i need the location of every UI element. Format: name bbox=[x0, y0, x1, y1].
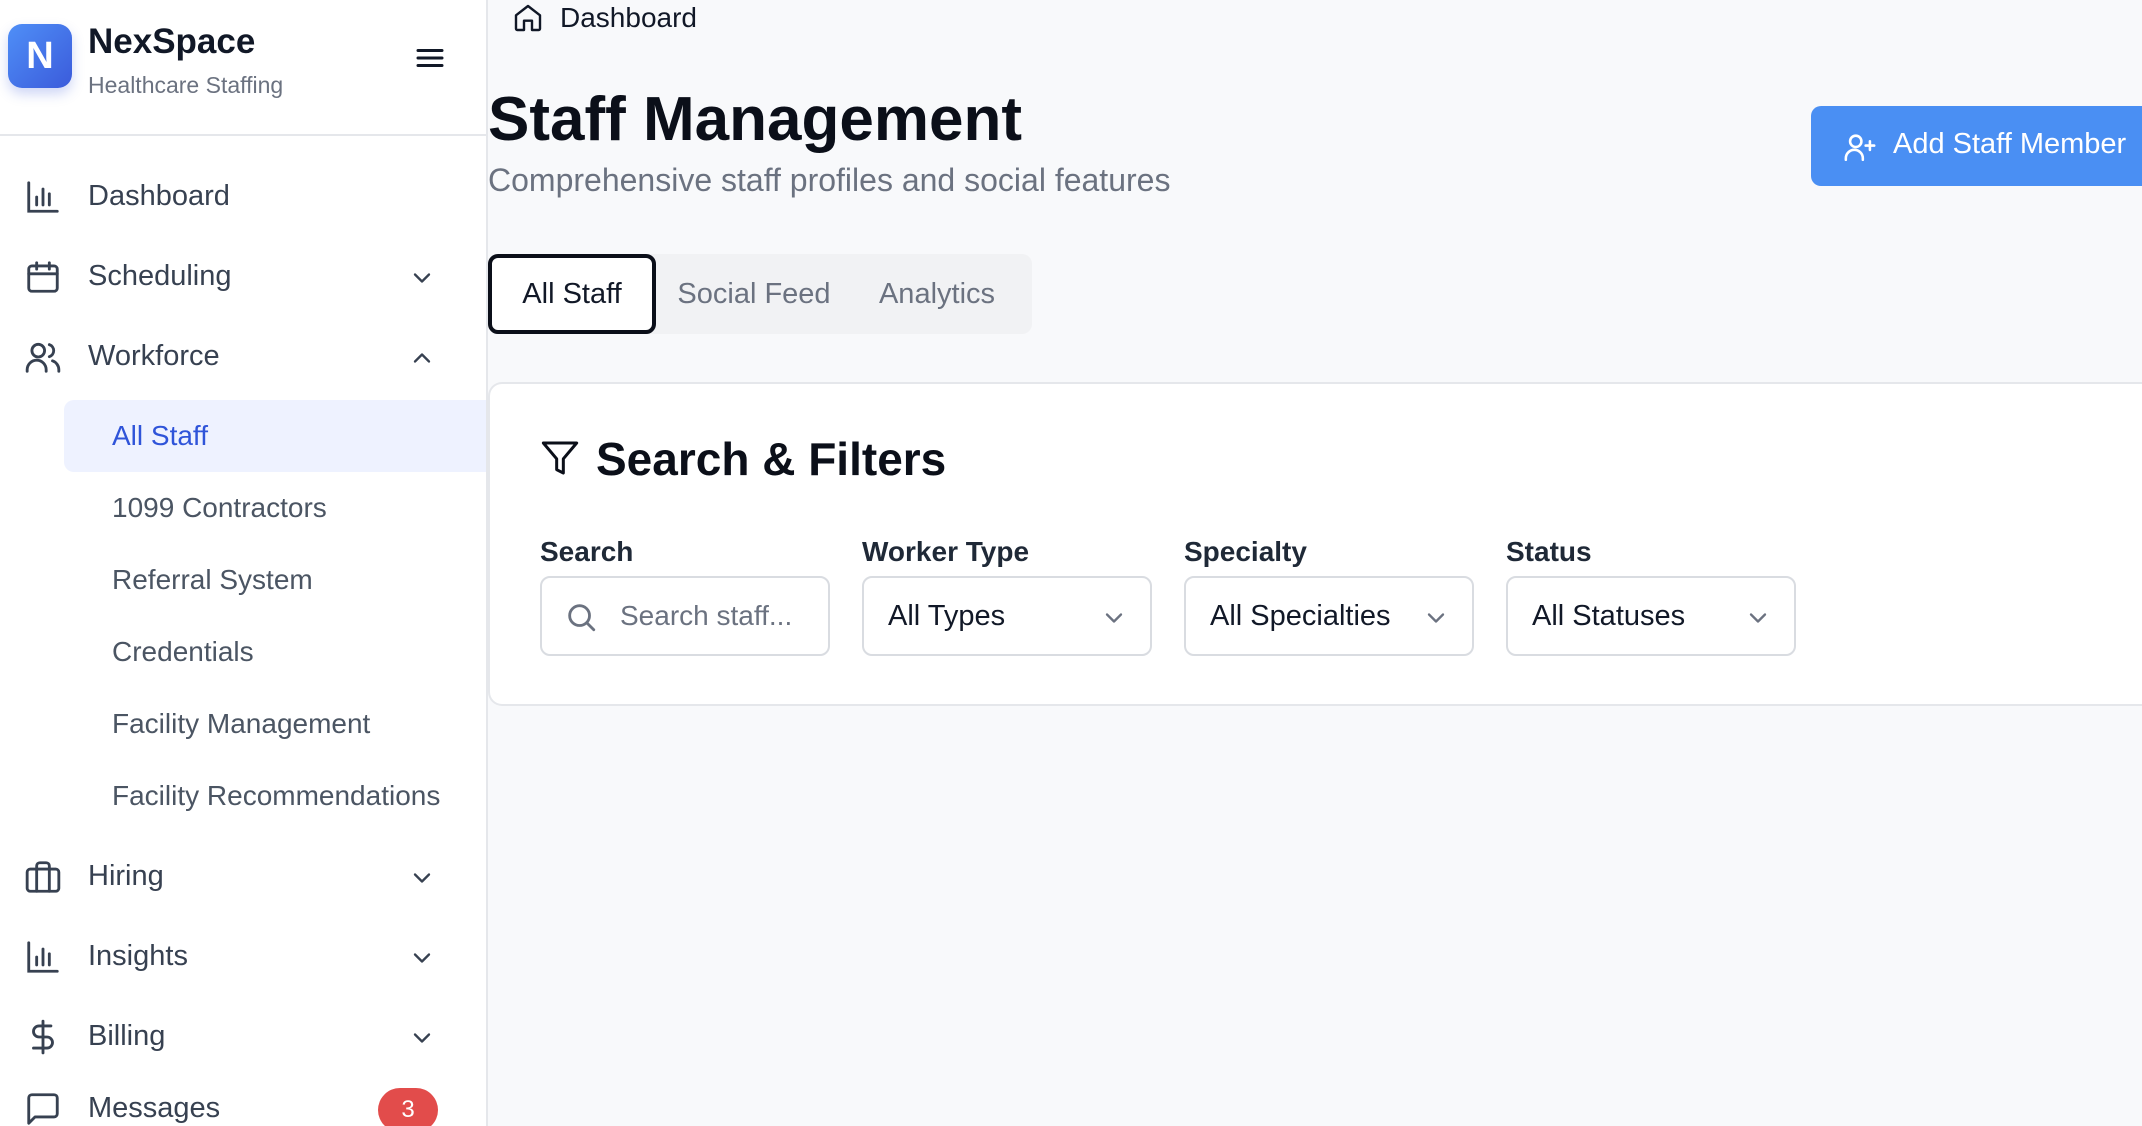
tab-social-feed[interactable]: Social Feed bbox=[664, 254, 844, 334]
status-label: Status bbox=[1506, 536, 1592, 567]
chevron-down-icon bbox=[413, 953, 431, 963]
sidebar: N NexSpace Healthcare Staffing Dashboard… bbox=[0, 0, 488, 1126]
calendar-icon bbox=[27, 261, 59, 293]
sidebar-subitem-label: Facility Management bbox=[112, 708, 371, 739]
worker-type-select[interactable]: All Types bbox=[862, 576, 1152, 656]
sidebar-subitem-referral-system[interactable]: Referral System bbox=[64, 544, 486, 616]
sidebar-item-label: Billing bbox=[88, 1020, 166, 1052]
sidebar-subitem-label: Credentials bbox=[112, 636, 254, 667]
sidebar-item-workforce[interactable]: Workforce bbox=[0, 324, 486, 388]
sidebar-item-label: Messages bbox=[88, 1092, 221, 1124]
chevron-down-icon bbox=[1749, 613, 1767, 623]
brand-subtitle: Healthcare Staffing bbox=[88, 72, 284, 98]
chevron-down-icon bbox=[1105, 613, 1123, 623]
chevron-up-icon bbox=[413, 353, 431, 363]
menu-icon[interactable] bbox=[412, 40, 448, 76]
sidebar-item-label: Workforce bbox=[88, 340, 220, 372]
dollar-icon bbox=[32, 1019, 54, 1055]
tab-analytics[interactable]: Analytics bbox=[852, 254, 1022, 334]
page-subtitle: Comprehensive staff profiles and social … bbox=[488, 162, 1171, 198]
sidebar-item-dashboard[interactable]: Dashboard bbox=[0, 164, 486, 228]
filters-title: Search & Filters bbox=[596, 433, 947, 485]
sidebar-item-label: Insights bbox=[88, 940, 188, 972]
sidebar-subitem-label: Facility Recommendations bbox=[112, 780, 441, 811]
sidebar-item-hiring[interactable]: Hiring bbox=[0, 844, 486, 908]
chevron-down-icon bbox=[413, 1033, 431, 1043]
home-icon bbox=[514, 4, 542, 32]
sidebar-subitem-facility-management[interactable]: Facility Management bbox=[64, 688, 486, 760]
brand-logo: N bbox=[8, 24, 72, 88]
bar-chart-icon bbox=[27, 941, 59, 973]
sidebar-subitem-1099-contractors[interactable]: 1099 Contractors bbox=[64, 472, 486, 544]
user-plus-icon bbox=[1844, 134, 1876, 162]
worker-type-value: All Types bbox=[888, 600, 1006, 632]
briefcase-icon bbox=[25, 861, 61, 893]
page-title: Staff Management bbox=[488, 85, 1022, 154]
sidebar-subitem-label: 1099 Contractors bbox=[112, 492, 327, 523]
users-icon bbox=[25, 342, 61, 373]
search-icon bbox=[568, 604, 596, 632]
search-label: Search bbox=[540, 536, 634, 567]
specialty-select[interactable]: All Specialties bbox=[1184, 576, 1474, 656]
specialty-label: Specialty bbox=[1184, 536, 1307, 567]
sidebar-item-messages[interactable]: Messages 3 bbox=[0, 1082, 486, 1126]
message-icon bbox=[27, 1093, 59, 1125]
worker-type-label: Worker Type bbox=[862, 536, 1030, 567]
app-root: N NexSpace Healthcare Staffing Dashboard… bbox=[0, 0, 2142, 1126]
status-select[interactable]: All Statuses bbox=[1506, 576, 1796, 656]
sidebar-item-label: Scheduling bbox=[88, 260, 232, 292]
status-value: All Statuses bbox=[1532, 600, 1686, 632]
sidebar-subitem-label: Referral System bbox=[112, 564, 313, 595]
add-staff-member-button[interactable]: Add Staff Member bbox=[1811, 106, 2142, 186]
sidebar-item-insights[interactable]: Insights bbox=[0, 924, 486, 988]
search-filters-card: Search & Filters Search Worker Type All … bbox=[488, 382, 2142, 706]
breadcrumb-label: Dashboard bbox=[560, 2, 697, 33]
search-box[interactable] bbox=[540, 576, 830, 656]
tab-all-staff[interactable]: All Staff bbox=[488, 254, 656, 334]
sidebar-subitem-all-staff[interactable]: All Staff bbox=[64, 400, 486, 472]
sidebar-item-scheduling[interactable]: Scheduling bbox=[0, 244, 486, 308]
brand-header: N NexSpace Healthcare Staffing bbox=[0, 0, 486, 136]
filter-icon bbox=[541, 441, 579, 475]
chevron-down-icon bbox=[413, 873, 431, 883]
add-staff-member-label: Add Staff Member bbox=[1893, 128, 2127, 160]
unread-count-badge: 3 bbox=[378, 1088, 438, 1126]
sidebar-item-label: Dashboard bbox=[88, 180, 230, 212]
sidebar-subitem-facility-recommendations[interactable]: Facility Recommendations bbox=[64, 760, 486, 832]
sidebar-item-label: Hiring bbox=[88, 860, 164, 892]
chevron-down-icon bbox=[413, 273, 431, 283]
search-input[interactable] bbox=[620, 596, 820, 636]
tab-bar: All Staff Social Feed Analytics bbox=[488, 254, 1032, 334]
sidebar-item-billing[interactable]: Billing bbox=[0, 1004, 486, 1068]
bar-chart-icon bbox=[27, 181, 59, 213]
chevron-down-icon bbox=[1427, 613, 1445, 623]
specialty-value: All Specialties bbox=[1210, 600, 1391, 632]
brand-name: NexSpace bbox=[88, 22, 256, 61]
sidebar-subitem-label: All Staff bbox=[112, 420, 208, 451]
sidebar-subitem-credentials[interactable]: Credentials bbox=[64, 616, 486, 688]
